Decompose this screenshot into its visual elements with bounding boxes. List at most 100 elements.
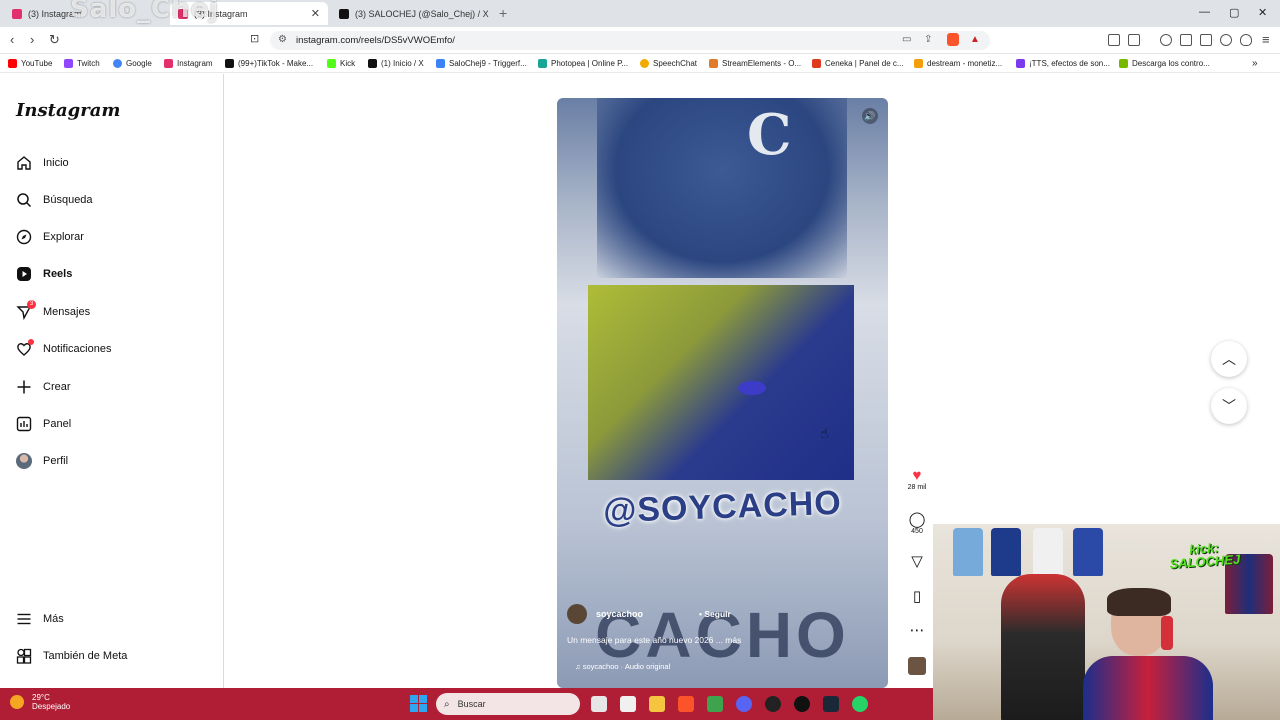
next-reel-button[interactable]: ﹀ [1211, 388, 1247, 424]
nav-mas[interactable]: Más [16, 608, 64, 630]
bookmark-destream[interactable]: destream - monetiz... [914, 57, 1002, 70]
follow-button[interactable]: • Seguir [699, 609, 731, 619]
discord-icon[interactable] [736, 696, 752, 712]
bookmark-label: (99+)TikTok - Make... [238, 59, 314, 68]
nav-mensajes[interactable]: 3 Mensajes [16, 300, 90, 323]
share-icon[interactable]: ⇪ [924, 34, 932, 45]
author-avatar[interactable] [567, 604, 587, 624]
nav-crear[interactable]: Crear [16, 376, 71, 398]
wallet-card-icon[interactable] [1200, 34, 1212, 46]
task-view-icon[interactable] [591, 696, 607, 712]
nav-label: Perfil [43, 455, 69, 467]
nav-tambien-de-meta[interactable]: También de Meta [16, 645, 127, 667]
nav-explorar[interactable]: Explorar [16, 226, 84, 248]
brave-rewards-icon[interactable]: ▲ [970, 34, 980, 45]
new-tab-icon[interactable]: + [499, 5, 507, 21]
bookmark-twitch[interactable]: Twitch [64, 57, 100, 70]
bookmark-instagram[interactable]: Instagram [164, 57, 213, 70]
bookmarks-overflow-icon[interactable]: » [1252, 57, 1258, 70]
audio-thumbnail[interactable] [908, 657, 926, 675]
instagram-sidebar: Instagram Inicio Búsqueda Explorar Reels… [0, 74, 224, 688]
steam-icon[interactable] [823, 696, 839, 712]
menu-icon[interactable]: ≡ [1262, 32, 1270, 47]
url-bar[interactable]: ⚙ instagram.com/reels/DS5vVWOEmfo/ ▭ ⇪ ▲ [270, 31, 990, 50]
address-toolbar: ‹ › ↻ ⊡ ⚙ instagram.com/reels/DS5vVWOEmf… [0, 27, 1280, 54]
nav-perfil[interactable]: Perfil [16, 450, 68, 472]
bookmark-speechchat[interactable]: SpeechChat [640, 57, 697, 70]
bookmark-nvidia[interactable]: Descarga los contro... [1119, 57, 1210, 70]
meta-apps-icon [16, 648, 32, 664]
chart-icon [16, 416, 32, 432]
bookmark-label: Instagram [177, 59, 213, 68]
notification-dot [28, 339, 34, 345]
leo-ai-icon[interactable] [1220, 34, 1232, 46]
cast-icon[interactable]: ▭ [902, 34, 911, 45]
close-tab-icon[interactable]: ✕ [311, 7, 320, 20]
close-window-icon[interactable]: ✕ [1258, 6, 1267, 19]
file-explorer-icon[interactable] [649, 696, 665, 712]
bookmark-tts[interactable]: ¡TTS, efectos de son... [1016, 57, 1110, 70]
sidebar-toggle-icon[interactable] [1180, 34, 1192, 46]
bookmark-streamelements[interactable]: StreamElements - O... [709, 57, 801, 70]
hamburger-menu-icon [16, 611, 32, 627]
bookmark-youtube[interactable]: YouTube [8, 57, 52, 70]
back-icon[interactable]: ‹ [10, 32, 14, 47]
bookmark-photopea[interactable]: Photopea | Online P... [538, 57, 628, 70]
minimize-icon[interactable]: — [1199, 6, 1210, 18]
weather-widget[interactable]: 29°C Despejado [10, 693, 70, 711]
sound-icon[interactable]: 🔊 [862, 108, 878, 124]
windows-start-icon[interactable] [410, 695, 428, 713]
forward-icon[interactable]: › [30, 32, 34, 47]
media-icon[interactable] [1160, 34, 1172, 46]
instagram-logo[interactable]: Instagram [16, 100, 120, 121]
bookmark-ceneka[interactable]: Ceneka | Panel de c... [812, 57, 904, 70]
nav-reels[interactable]: Reels [16, 263, 72, 285]
app-green-icon[interactable] [707, 696, 723, 712]
wallet-icon[interactable] [1128, 34, 1140, 46]
store-icon[interactable] [620, 696, 636, 712]
bookmark-icon[interactable]: ⊡ [250, 32, 259, 45]
whatsapp-icon[interactable] [852, 696, 868, 712]
nav-inicio[interactable]: Inicio [16, 152, 69, 174]
extensions-icon[interactable] [1108, 34, 1120, 46]
save-button[interactable]: ▯ [905, 588, 929, 605]
bookmark-google[interactable]: Google [113, 57, 152, 70]
site-info-icon[interactable]: ⚙ [278, 34, 287, 45]
plus-icon [16, 379, 32, 395]
bookmark-kick[interactable]: Kick [327, 57, 355, 70]
google-icon [113, 59, 122, 68]
instagram-favicon-icon [12, 8, 22, 19]
nav-label: Crear [43, 381, 71, 393]
reel-caption[interactable]: Un mensaje para este año nuevo 2026 ... … [567, 635, 741, 645]
ellipsis-icon: ⋯ [909, 622, 925, 639]
bookmark-label: Kick [340, 59, 356, 68]
nav-busqueda[interactable]: Búsqueda [16, 189, 93, 211]
like-button[interactable]: ♥ 28 mil [905, 467, 929, 491]
brave-shield-icon[interactable] [947, 33, 959, 46]
reload-icon[interactable]: ↻ [49, 32, 60, 48]
maximize-icon[interactable]: ▢ [1229, 6, 1239, 19]
obs-icon[interactable] [765, 696, 781, 712]
search-icon [16, 192, 32, 208]
share-button[interactable]: ▽ [905, 553, 929, 570]
author-username[interactable]: soycachoo [596, 609, 643, 619]
brave-browser-icon[interactable] [678, 696, 694, 712]
weather-text: Despejado [32, 702, 71, 711]
comment-button[interactable]: ◯ 450 [905, 511, 929, 535]
bookmark-tiktok[interactable]: (99+)TikTok - Make... [225, 57, 313, 70]
vpn-shield-icon[interactable] [1240, 34, 1252, 46]
app-dark-icon[interactable] [794, 696, 810, 712]
tab-x-salochej[interactable]: (3) SALOCHEJ (@Salo_Chej) / X [331, 2, 497, 25]
reel-audio[interactable]: ♫ soycachoo · Audio original [575, 662, 670, 671]
bookmark-triggerfyre[interactable]: SaloChej9 - Triggerf... [436, 57, 527, 70]
previous-reel-button[interactable]: ︿ [1211, 341, 1247, 377]
nav-panel[interactable]: Panel [16, 413, 71, 435]
bookmark-label: Photopea | Online P... [551, 59, 629, 68]
more-options-button[interactable]: ⋯ [905, 622, 929, 639]
reel-video[interactable]: C @SOYCACHO CACHO 🔊 soycachoo • Seguir U… [557, 98, 888, 688]
reel-face-graphic [588, 285, 854, 480]
bookmark-x-inicio[interactable]: (1) Inicio / X [368, 57, 424, 70]
taskbar-search[interactable]: ⌕ Buscar [436, 693, 580, 715]
chevron-up-icon: ︿ [1222, 351, 1236, 367]
nav-notificaciones[interactable]: Notificaciones [16, 338, 111, 360]
